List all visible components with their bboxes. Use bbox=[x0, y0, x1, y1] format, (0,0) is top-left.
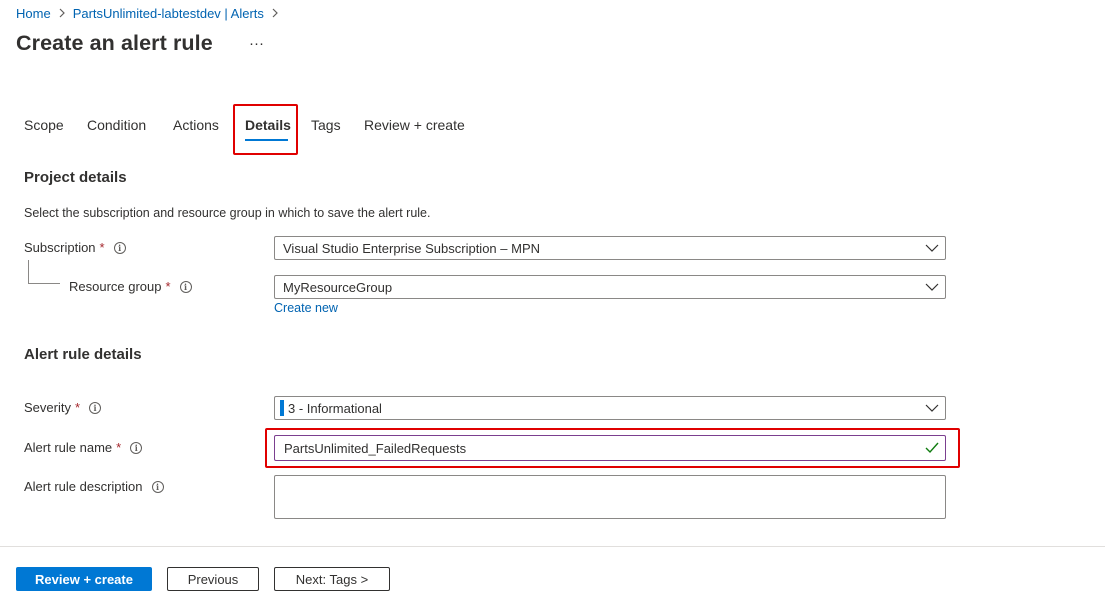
breadcrumb-alerts[interactable]: PartsUnlimited-labtestdev | Alerts bbox=[73, 6, 264, 21]
project-details-description: Select the subscription and resource gro… bbox=[24, 206, 431, 220]
resource-group-label-text: Resource group bbox=[69, 279, 162, 294]
alert-rule-name-value: PartsUnlimited_FailedRequests bbox=[284, 440, 467, 456]
hierarchy-connector bbox=[28, 260, 60, 284]
alert-rule-description-label-text: Alert rule description bbox=[24, 479, 143, 494]
breadcrumb-home[interactable]: Home bbox=[16, 6, 51, 21]
severity-dropdown[interactable]: 3 - Informational bbox=[274, 396, 946, 420]
severity-color-indicator bbox=[280, 400, 284, 416]
required-marker: * bbox=[74, 400, 81, 415]
tab-review-create[interactable]: Review + create bbox=[364, 117, 465, 133]
project-details-heading: Project details bbox=[24, 169, 127, 186]
required-marker: * bbox=[99, 240, 105, 255]
review-create-button[interactable]: Review + create bbox=[16, 567, 152, 591]
info-icon[interactable]: i bbox=[130, 441, 143, 454]
chevron-down-icon bbox=[925, 404, 939, 412]
severity-value: 3 - Informational bbox=[288, 400, 382, 416]
severity-label-text: Severity bbox=[24, 400, 71, 415]
checkmark-icon bbox=[925, 442, 939, 454]
page-title: Create an alert rule bbox=[16, 31, 213, 55]
subscription-dropdown[interactable]: Visual Studio Enterprise Subscription – … bbox=[274, 236, 946, 260]
required-marker: * bbox=[116, 440, 122, 455]
alert-rule-details-heading: Alert rule details bbox=[24, 346, 142, 363]
resource-group-label: Resource group * i bbox=[69, 279, 192, 294]
tab-condition[interactable]: Condition bbox=[87, 117, 146, 133]
info-icon[interactable]: i bbox=[151, 480, 164, 493]
subscription-value: Visual Studio Enterprise Subscription – … bbox=[283, 240, 540, 256]
breadcrumb: Home PartsUnlimited-labtestdev | Alerts bbox=[16, 5, 286, 21]
tab-scope[interactable]: Scope bbox=[24, 117, 64, 133]
resource-group-dropdown[interactable]: MyResourceGroup bbox=[274, 275, 946, 299]
next-tags-button[interactable]: Next: Tags > bbox=[274, 567, 390, 591]
chevron-down-icon bbox=[925, 244, 939, 252]
chevron-right-icon bbox=[272, 8, 278, 18]
severity-label: Severity * i bbox=[24, 400, 102, 415]
tab-tags[interactable]: Tags bbox=[311, 117, 341, 133]
tab-actions[interactable]: Actions bbox=[173, 117, 219, 133]
more-options-button[interactable]: ··· bbox=[249, 35, 264, 52]
footer-divider bbox=[0, 546, 1105, 547]
info-icon[interactable]: i bbox=[113, 241, 126, 254]
alert-rule-description-textarea[interactable] bbox=[274, 475, 946, 519]
subscription-label: Subscription * i bbox=[24, 240, 126, 255]
tab-highlight-box bbox=[233, 104, 298, 155]
chevron-right-icon bbox=[59, 8, 65, 18]
alert-rule-description-label: Alert rule description i bbox=[24, 479, 164, 494]
previous-button[interactable]: Previous bbox=[167, 567, 259, 591]
info-icon[interactable]: i bbox=[179, 280, 192, 293]
alert-rule-name-input[interactable]: PartsUnlimited_FailedRequests bbox=[274, 435, 946, 461]
chevron-down-icon bbox=[925, 283, 939, 291]
alert-rule-name-label: Alert rule name * i bbox=[24, 440, 143, 455]
subscription-label-text: Subscription bbox=[24, 240, 96, 255]
required-marker: * bbox=[165, 279, 171, 294]
info-icon[interactable]: i bbox=[89, 401, 102, 414]
create-new-link[interactable]: Create new bbox=[274, 301, 338, 315]
alert-rule-name-label-text: Alert rule name bbox=[24, 440, 113, 455]
resource-group-value: MyResourceGroup bbox=[283, 279, 393, 295]
